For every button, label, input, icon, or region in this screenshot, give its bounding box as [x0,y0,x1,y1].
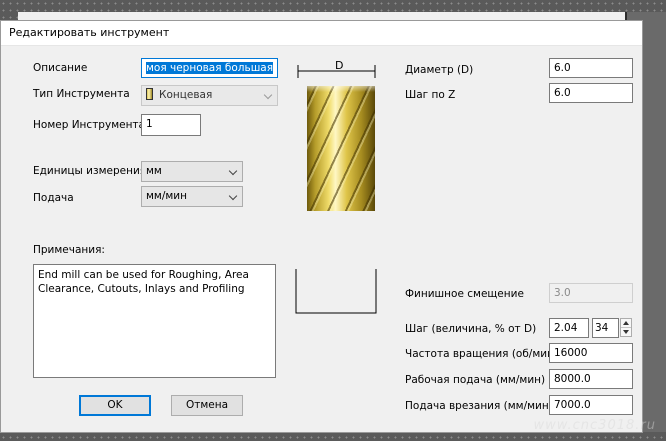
tool-type-select[interactable]: Концевая [141,85,278,106]
stepover-percent-input[interactable]: 34 [592,318,619,338]
feed-units-select[interactable]: мм/мин [141,186,243,207]
dialog-title: Редактировать инструмент [9,26,170,39]
stepover-percent-spinner[interactable] [620,318,632,337]
diameter-symbol: D [335,59,344,72]
tool-type-label: Тип Инструмента [33,88,130,100]
notes-textarea[interactable]: End mill can be used for Roughing, Area … [33,264,276,378]
chevron-down-icon [228,191,238,201]
chevron-down-icon [263,90,273,100]
diameter-input[interactable]: 6.0 [549,58,633,78]
edit-tool-dialog: Редактировать инструмент Описание моя че… [0,20,643,433]
endmill-image [307,86,375,211]
chevron-down-icon [228,166,238,176]
tool-number-label: Номер Инструмента [33,119,145,131]
feed-rate-label: Рабочая подача (мм/мин) [405,374,546,386]
stepover-label: Шаг (величина, % от D) [405,323,537,335]
plunge-rate-label: Подача врезания (мм/мин) [405,400,553,412]
endmill-icon [146,88,153,100]
stepover-input[interactable]: 2.04 [549,318,589,338]
units-select[interactable]: мм [141,161,243,182]
site-watermark: www.cnc3018.ru [533,418,656,433]
tool-type-value: Концевая [159,89,213,101]
spin-down-icon[interactable] [621,328,631,337]
stepdown-input[interactable]: 6.0 [549,83,633,103]
finish-allowance-label: Финишное смещение [405,288,524,300]
spindle-speed-label: Частота вращения (об/мин) [405,348,559,360]
spindle-speed-input[interactable]: 16000 [549,343,633,363]
description-label: Описание [33,62,88,74]
feed-units-value: мм/мин [146,190,187,202]
diameter-label: Диаметр (D) [405,64,474,76]
units-label: Единицы измерения [33,165,147,177]
description-input[interactable]: моя черновая большая [141,58,278,78]
tool-profile-diagram [295,269,377,314]
notes-label: Примечания: [33,244,105,256]
feed-units-label: Подача [33,192,74,204]
spin-up-icon[interactable] [621,319,631,328]
plunge-rate-input[interactable]: 7000.0 [549,395,633,415]
tool-number-input[interactable]: 1 [141,114,201,136]
feed-rate-input[interactable]: 8000.0 [549,369,633,389]
stepdown-label: Шаг по Z [405,89,456,101]
units-value: мм [146,165,162,177]
dialog-titlebar[interactable]: Редактировать инструмент [1,21,642,46]
cancel-button[interactable]: Отмена [171,395,243,416]
finish-allowance-input[interactable]: 3.0 [549,283,633,303]
ok-button[interactable]: OK [79,395,151,416]
